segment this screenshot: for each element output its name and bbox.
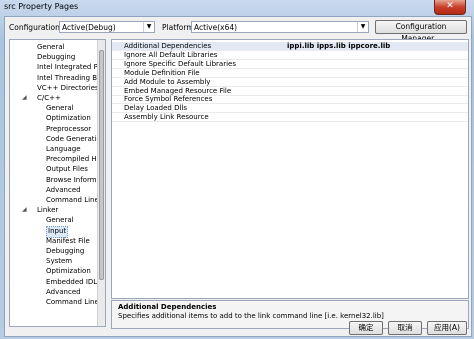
tree-item[interactable]: General bbox=[46, 215, 74, 225]
property-row[interactable]: Additional Dependencies ippi.lib ipps.lib… bbox=[112, 42, 468, 51]
property-row[interactable]: Ignore All Default Libraries bbox=[112, 51, 468, 60]
property-tree: General Debugging Intel Integrated Perfo In… bbox=[9, 39, 106, 327]
tree-item[interactable]: General bbox=[46, 103, 74, 113]
tree-item[interactable]: Intel Integrated Perfo bbox=[37, 62, 105, 72]
description-text: Specifies additional items to add to the… bbox=[118, 312, 384, 320]
property-value[interactable]: ippi.lib ipps.lib ippcore.lib bbox=[287, 42, 390, 50]
property-name: Force Symbol References bbox=[124, 95, 213, 104]
tree-item[interactable]: Debugging bbox=[46, 246, 84, 256]
tree-item[interactable]: Debugging bbox=[37, 52, 75, 62]
tree-item[interactable]: Optimization bbox=[46, 113, 91, 123]
tree-item[interactable]: Command Line bbox=[46, 297, 99, 307]
tree-item[interactable]: General bbox=[37, 42, 65, 52]
apply-button[interactable]: 应用(A) bbox=[427, 321, 467, 335]
title-bar: src Property Pages ✕ bbox=[0, 0, 474, 16]
chevron-down-icon: ▼ bbox=[143, 22, 154, 32]
tree-item[interactable]: Manifest File bbox=[46, 236, 90, 246]
cancel-button[interactable]: 取消 bbox=[388, 321, 422, 335]
tree-item[interactable]: Language bbox=[46, 144, 81, 154]
property-name: Ignore Specific Default Libraries bbox=[124, 59, 236, 68]
property-name: Embed Managed Resource File bbox=[124, 86, 232, 95]
property-row[interactable]: Add Module to Assembly bbox=[112, 78, 468, 87]
collapse-arrow-icon[interactable]: ◢ bbox=[22, 206, 27, 213]
tree-item[interactable]: Embedded IDL bbox=[46, 277, 97, 287]
window-title: src Property Pages bbox=[4, 2, 79, 11]
property-name: Assembly Link Resource bbox=[124, 113, 209, 122]
tree-item[interactable]: Preprocessor bbox=[46, 124, 91, 134]
property-row[interactable]: Delay Loaded Dlls bbox=[112, 104, 468, 114]
tree-item[interactable]: C/C++ bbox=[37, 93, 61, 103]
dialog-client: Configuration: Active(Debug) ▼ Platform:… bbox=[4, 16, 472, 337]
property-name: Add Module to Assembly bbox=[124, 77, 211, 86]
tree-item[interactable]: Optimization bbox=[46, 266, 91, 276]
platform-dropdown[interactable]: Active(x64) ▼ bbox=[191, 21, 369, 33]
configuration-dropdown[interactable]: Active(Debug) ▼ bbox=[59, 21, 155, 33]
collapse-arrow-icon[interactable]: ◢ bbox=[22, 94, 27, 101]
description-title: Additional Dependencies bbox=[118, 303, 217, 311]
platform-value: Active(x64) bbox=[194, 23, 238, 32]
tree-item[interactable]: Output Files bbox=[46, 164, 88, 174]
property-row[interactable]: Embed Managed Resource File bbox=[112, 87, 468, 96]
tree-vertical-scrollbar[interactable] bbox=[97, 40, 105, 326]
tree-item[interactable]: Advanced bbox=[46, 287, 81, 297]
property-name: Module Definition File bbox=[124, 68, 200, 77]
tree-item[interactable]: Advanced bbox=[46, 185, 81, 195]
ok-button[interactable]: 确定 bbox=[349, 321, 383, 335]
tree-item[interactable]: System bbox=[46, 256, 72, 266]
configuration-label: Configuration: bbox=[9, 23, 63, 32]
property-pages-window: src Property Pages ✕ Configuration: Acti… bbox=[0, 0, 474, 339]
property-name: Ignore All Default Libraries bbox=[124, 50, 218, 59]
property-row[interactable]: Assembly Link Resource bbox=[112, 113, 468, 123]
property-row[interactable]: Force Symbol References bbox=[112, 95, 468, 105]
property-grid: Additional Dependencies ippi.lib ipps.lib… bbox=[111, 39, 469, 299]
tree-scroll-thumb[interactable] bbox=[99, 50, 104, 280]
property-name: Additional Dependencies bbox=[124, 42, 212, 50]
tree-item[interactable]: Intel Threading Build bbox=[37, 73, 105, 83]
property-row[interactable]: Ignore Specific Default Libraries bbox=[112, 60, 468, 69]
close-button[interactable]: ✕ bbox=[434, 0, 466, 15]
chevron-down-icon: ▼ bbox=[357, 22, 368, 32]
tree-item[interactable]: Command Line bbox=[46, 195, 99, 205]
configuration-manager-button[interactable]: Configuration Manager... bbox=[375, 20, 467, 43]
property-row[interactable]: Module Definition File bbox=[112, 69, 468, 78]
configuration-value: Active(Debug) bbox=[62, 23, 116, 32]
tree-item[interactable]: VC++ Directories bbox=[37, 83, 99, 93]
tree-item[interactable]: Linker bbox=[37, 205, 58, 215]
property-name: Delay Loaded Dlls bbox=[124, 104, 187, 113]
